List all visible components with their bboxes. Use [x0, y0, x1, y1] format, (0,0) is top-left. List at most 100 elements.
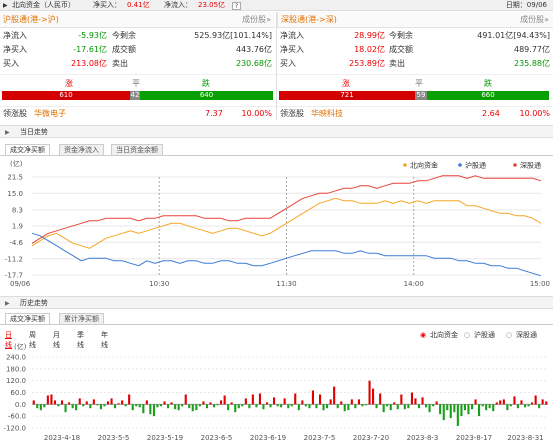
leader-pct: 10.00%: [519, 109, 550, 118]
x-tick-label: 2023-7-20: [353, 434, 389, 442]
date-label: 日期：09/06: [505, 1, 547, 9]
page-title: 北向资金（人民币）: [12, 1, 75, 9]
top-bar: ▶ 北向资金（人民币） 净买入： 0.41亿 净流入： 23.05亿 ? 日期：…: [0, 0, 553, 11]
bar-negative: [138, 404, 141, 408]
up-count-bar: 610: [2, 91, 130, 100]
up-count-bar: 721: [279, 91, 415, 100]
x-tick-label: 09/06: [10, 280, 31, 288]
bar-negative: [488, 404, 491, 409]
bar-negative: [308, 404, 311, 409]
stat-value: 489.77亿: [514, 45, 550, 54]
bar-negative: [453, 404, 456, 413]
bar-negative: [386, 404, 389, 407]
stat-label: 净流入: [3, 31, 27, 40]
bar-negative: [396, 404, 399, 410]
bar-positive: [499, 400, 502, 405]
collapse-arrow-icon[interactable]: ▶: [5, 126, 10, 139]
stat-label: 净买入: [3, 45, 27, 54]
bar-positive: [220, 400, 223, 405]
bar-negative: [142, 404, 145, 414]
bar-negative: [103, 404, 106, 407]
radio-selected-icon[interactable]: ◉: [420, 330, 426, 340]
legend-label: 沪股通: [465, 161, 486, 170]
shenzhen-constituents-link[interactable]: 成份股»: [520, 12, 549, 28]
bar-negative: [255, 404, 258, 408]
leader-stock-link[interactable]: 华映科技: [311, 107, 343, 121]
collapse-arrow-icon[interactable]: ▶: [5, 297, 10, 310]
radio-northbound-label[interactable]: 北向资金: [430, 330, 458, 340]
bar-negative: [124, 404, 127, 407]
y-tick-label: 21.5: [7, 174, 23, 182]
x-tick-label: 11:30: [276, 280, 296, 288]
bar-negative: [524, 404, 527, 408]
up-label: 涨: [342, 79, 350, 88]
bar-positive: [393, 402, 396, 405]
radio-icon[interactable]: ○: [464, 330, 470, 340]
shenzhen-connect-header: 深股通(港->深) 成份股»: [277, 12, 553, 28]
shenzhen-connect-title[interactable]: 深股通(港->深): [281, 12, 337, 28]
stat-value: 525.93亿[101.14%]: [194, 31, 272, 40]
y-tick-label: -17.7: [5, 272, 23, 280]
tab-history-cumulative[interactable]: 累计净买额: [59, 313, 104, 324]
bar-negative: [509, 404, 512, 407]
bar-negative: [177, 404, 180, 411]
tab-underline: [0, 324, 553, 325]
y-tick-label: -11.2: [5, 255, 23, 263]
bar-positive: [534, 395, 537, 405]
bar-negative: [456, 404, 459, 426]
radio-shenzhen-label[interactable]: 深股通: [516, 330, 537, 340]
bar-positive: [53, 400, 56, 405]
bar-positive: [283, 398, 286, 405]
leader-pct: 10.00%: [241, 109, 272, 118]
shanghai-constituents-link[interactable]: 成份股»: [242, 12, 271, 28]
bar-negative: [43, 404, 46, 408]
bar-negative: [315, 404, 318, 409]
collapse-icon[interactable]: ▶: [3, 0, 8, 11]
bar-positive: [110, 398, 113, 405]
bar-positive: [117, 403, 120, 405]
net-inflow-value: 23.05亿: [198, 1, 226, 9]
help-icon[interactable]: ?: [232, 2, 241, 10]
radio-icon[interactable]: ○: [506, 330, 512, 340]
stat-label: 今剩余: [389, 31, 413, 40]
leader-stock-link[interactable]: 华微电子: [34, 107, 66, 121]
tab-today-balance[interactable]: 当日资金余额: [111, 144, 163, 155]
tab-today-net-buy[interactable]: 成交净买额: [5, 144, 50, 155]
leader-label: 领涨股: [280, 109, 304, 118]
flat-label: 平: [132, 79, 140, 88]
y-tick-label: 1.9: [12, 223, 23, 231]
bar-negative: [96, 404, 99, 406]
stat-label: 买入: [3, 59, 19, 68]
tab-today-net-inflow[interactable]: 资金净流入: [59, 144, 104, 155]
bar-positive: [495, 402, 498, 405]
bar-negative: [191, 404, 194, 412]
bar-positive: [311, 390, 314, 405]
bar-negative: [347, 404, 350, 411]
bar-negative: [149, 404, 152, 415]
bar-positive: [357, 399, 360, 405]
bar-positive: [410, 392, 413, 405]
tab-history-net-buy[interactable]: 成交净买额: [5, 313, 50, 324]
bar-positive: [400, 394, 403, 405]
leader-price: 7.37: [205, 109, 223, 118]
y-tick-label: 60.0: [10, 389, 26, 397]
bar-negative: [446, 404, 449, 411]
stat-value: 213.08亿: [71, 59, 107, 68]
bar-negative: [216, 404, 219, 406]
y-tick-label: 240.0: [6, 354, 26, 362]
legend-dot: [403, 163, 407, 167]
stat-row: 买入 213.08亿 卖出 230.68亿: [0, 57, 275, 71]
bar-positive: [230, 402, 233, 405]
stat-row: 买入 253.89亿 卖出 235.88亿: [277, 57, 553, 71]
bar-positive: [92, 399, 95, 405]
stat-row: 净流入 28.99亿 今剩余 491.01亿[94.43%]: [277, 29, 553, 43]
bar-negative: [159, 404, 162, 407]
bar-negative: [449, 404, 452, 419]
bar-negative: [36, 404, 39, 409]
radio-shanghai-label[interactable]: 沪股通: [474, 330, 495, 340]
stat-value: -5.93亿: [78, 31, 107, 40]
bar-negative: [234, 404, 237, 413]
history-section-title: 历史走势: [20, 299, 48, 307]
shanghai-connect-title[interactable]: 沪股通(港->沪): [3, 12, 59, 28]
bar-positive: [121, 400, 124, 405]
